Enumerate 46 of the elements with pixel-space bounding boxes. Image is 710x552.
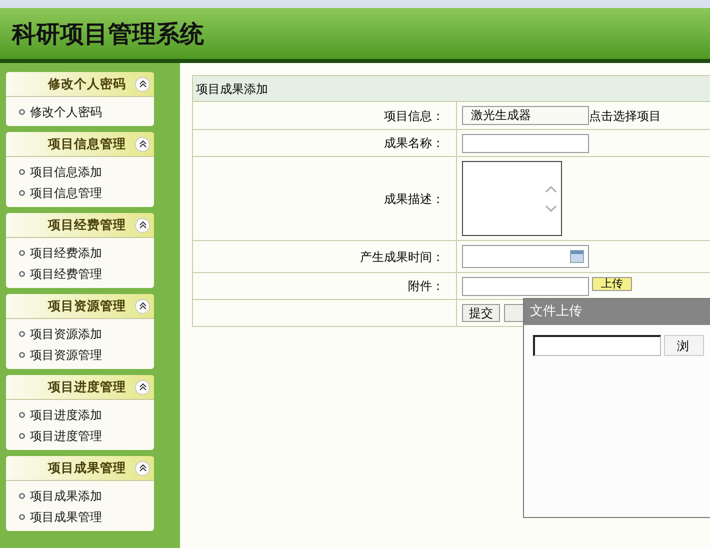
collapse-icon[interactable] bbox=[135, 76, 150, 92]
bullet-icon bbox=[19, 412, 25, 418]
file-field[interactable] bbox=[462, 276, 589, 296]
sidebar-link[interactable]: 项目资源管理 bbox=[30, 346, 102, 364]
sidebar-link[interactable]: 项目经费管理 bbox=[30, 264, 102, 282]
sidebar-link[interactable]: 项目信息管理 bbox=[30, 184, 102, 202]
bullet-icon bbox=[19, 492, 25, 498]
sidebar-link[interactable]: 项目进度添加 bbox=[30, 406, 102, 424]
sidebar-link[interactable]: 项目资源添加 bbox=[30, 324, 102, 342]
collapse-icon[interactable] bbox=[135, 136, 150, 152]
sidebar-link[interactable]: 项目信息添加 bbox=[30, 162, 102, 180]
field-label: 成果名称： bbox=[384, 135, 444, 152]
field-label: 产生成果时间： bbox=[360, 248, 444, 266]
field-label: 附件： bbox=[408, 278, 444, 295]
bullet-icon bbox=[19, 270, 25, 276]
sidebar-link[interactable]: 项目成果管理 bbox=[30, 508, 102, 526]
date-field[interactable] bbox=[462, 245, 589, 268]
select-project-link[interactable]: 点击选择项目 bbox=[589, 106, 661, 124]
dialog-title: 文件上传 bbox=[530, 303, 582, 322]
collapse-icon[interactable] bbox=[135, 298, 150, 314]
collapse-icon[interactable] bbox=[135, 380, 150, 394]
bullet-icon bbox=[19, 514, 25, 520]
bullet-icon bbox=[19, 168, 25, 174]
form-title: 项目成果添加 bbox=[196, 80, 268, 98]
field-label: 项目信息： bbox=[384, 108, 444, 124]
project-field[interactable]: 激光生成器 bbox=[462, 106, 589, 125]
bullet-icon bbox=[19, 352, 25, 358]
system-title: 科研项目管理系统 bbox=[12, 18, 204, 50]
sidebar-link[interactable]: 修改个人密码 bbox=[30, 102, 102, 120]
sidebar-link[interactable]: 项目经费添加 bbox=[30, 244, 102, 262]
field-label: 成果描述： bbox=[384, 190, 444, 208]
collapse-icon[interactable] bbox=[135, 218, 150, 232]
upload-button[interactable]: 上传 bbox=[592, 276, 632, 290]
bullet-icon bbox=[19, 108, 25, 114]
sidebar-link[interactable]: 项目成果添加 bbox=[30, 486, 102, 504]
bullet-icon bbox=[19, 190, 25, 196]
input-field[interactable] bbox=[462, 134, 589, 152]
collapse-icon[interactable] bbox=[135, 460, 150, 476]
file-path-field[interactable] bbox=[533, 335, 661, 356]
submit-button[interactable]: 提交 bbox=[462, 304, 500, 322]
bullet-icon bbox=[19, 330, 25, 336]
bullet-icon bbox=[19, 250, 25, 256]
browse-button[interactable]: 浏 bbox=[664, 335, 704, 356]
reset-button[interactable] bbox=[504, 304, 524, 322]
bullet-icon bbox=[19, 432, 25, 438]
sidebar-link[interactable]: 项目进度管理 bbox=[30, 426, 102, 444]
